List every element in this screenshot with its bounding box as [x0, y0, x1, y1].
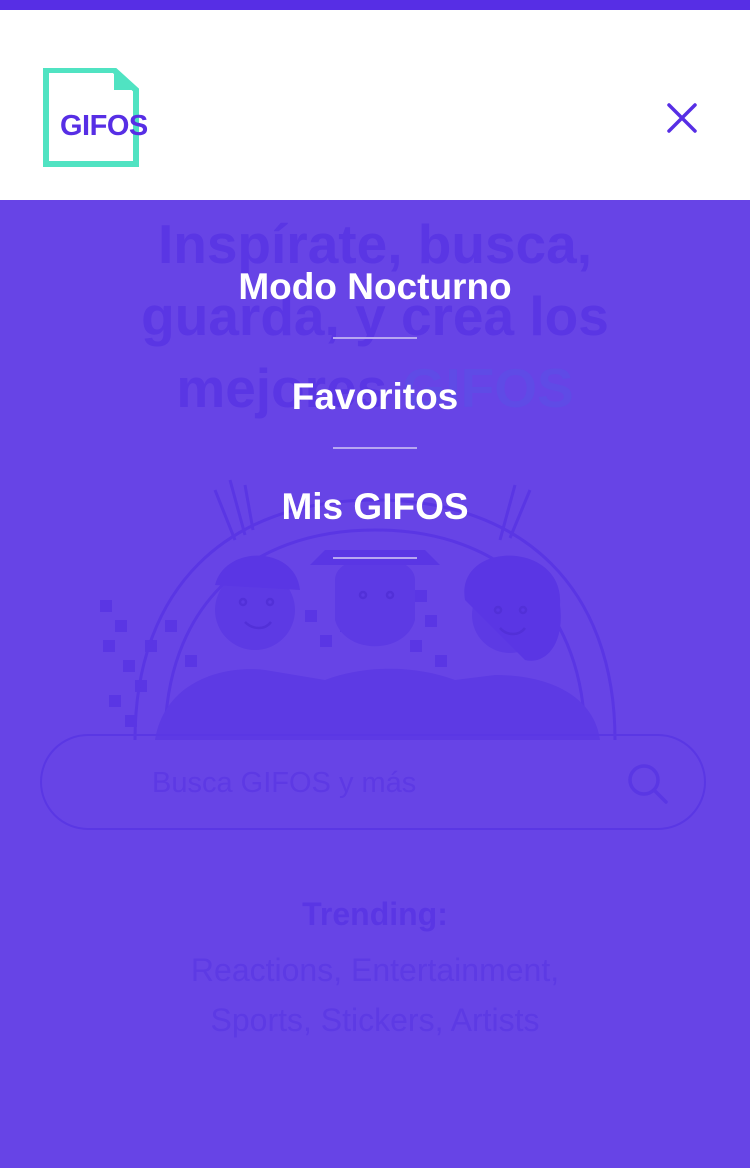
- trending-title: Trending:: [302, 896, 448, 932]
- menu-item-favoritos[interactable]: Favoritos: [0, 376, 750, 418]
- search-icon[interactable]: [626, 762, 670, 806]
- gifos-logo[interactable]: GIFOS: [42, 68, 154, 168]
- top-accent-bar: [0, 0, 750, 10]
- close-menu-button[interactable]: [662, 98, 702, 138]
- search-bar: [40, 734, 706, 830]
- logo-text: GIFOS: [60, 110, 148, 142]
- close-icon: [667, 103, 697, 133]
- menu-item-modo-nocturno[interactable]: Modo Nocturno: [0, 266, 750, 308]
- menu-divider: [333, 557, 417, 559]
- trending-topics[interactable]: Reactions, Entertainment, Sports, Sticke…: [160, 945, 590, 1045]
- menu-divider: [333, 337, 417, 339]
- menu-item-mis-gifos[interactable]: Mis GIFOS: [0, 486, 750, 528]
- menu-divider: [333, 447, 417, 449]
- mobile-menu-overlay: Modo Nocturno Favoritos Mis GIFOS: [0, 200, 750, 600]
- app-header: GIFOS: [0, 10, 750, 200]
- trending-section: Trending: Reactions, Entertainment, Spor…: [0, 896, 750, 1045]
- search-input[interactable]: [150, 760, 594, 806]
